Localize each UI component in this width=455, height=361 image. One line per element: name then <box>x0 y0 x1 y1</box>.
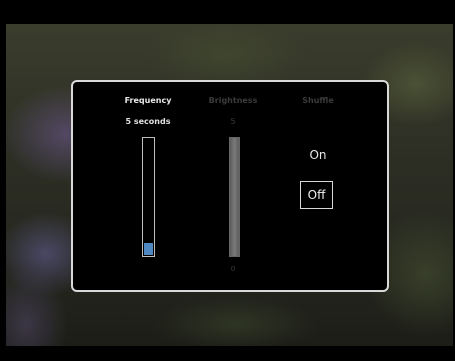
bottom-bar <box>0 346 455 361</box>
frequency-header[interactable]: Frequency <box>108 96 188 105</box>
brightness-max-label: 5 <box>230 117 236 126</box>
shuffle-header[interactable]: Shuffle <box>278 96 358 105</box>
frequency-slider-fill <box>144 243 153 255</box>
brightness-min-label: 0 <box>230 265 236 273</box>
shuffle-off-option[interactable]: Off <box>300 181 333 209</box>
shuffle-on-option[interactable]: On <box>298 148 338 162</box>
slideshow-settings-panel: Frequency Brightness Shuffle 5 seconds 5… <box>71 80 389 292</box>
frequency-slider[interactable] <box>142 137 155 257</box>
brightness-slider[interactable] <box>229 137 240 257</box>
brightness-header[interactable]: Brightness <box>193 96 273 105</box>
slideshow-screen: Frequency Brightness Shuffle 5 seconds 5… <box>0 0 455 361</box>
frequency-value: 5 seconds <box>125 117 171 126</box>
